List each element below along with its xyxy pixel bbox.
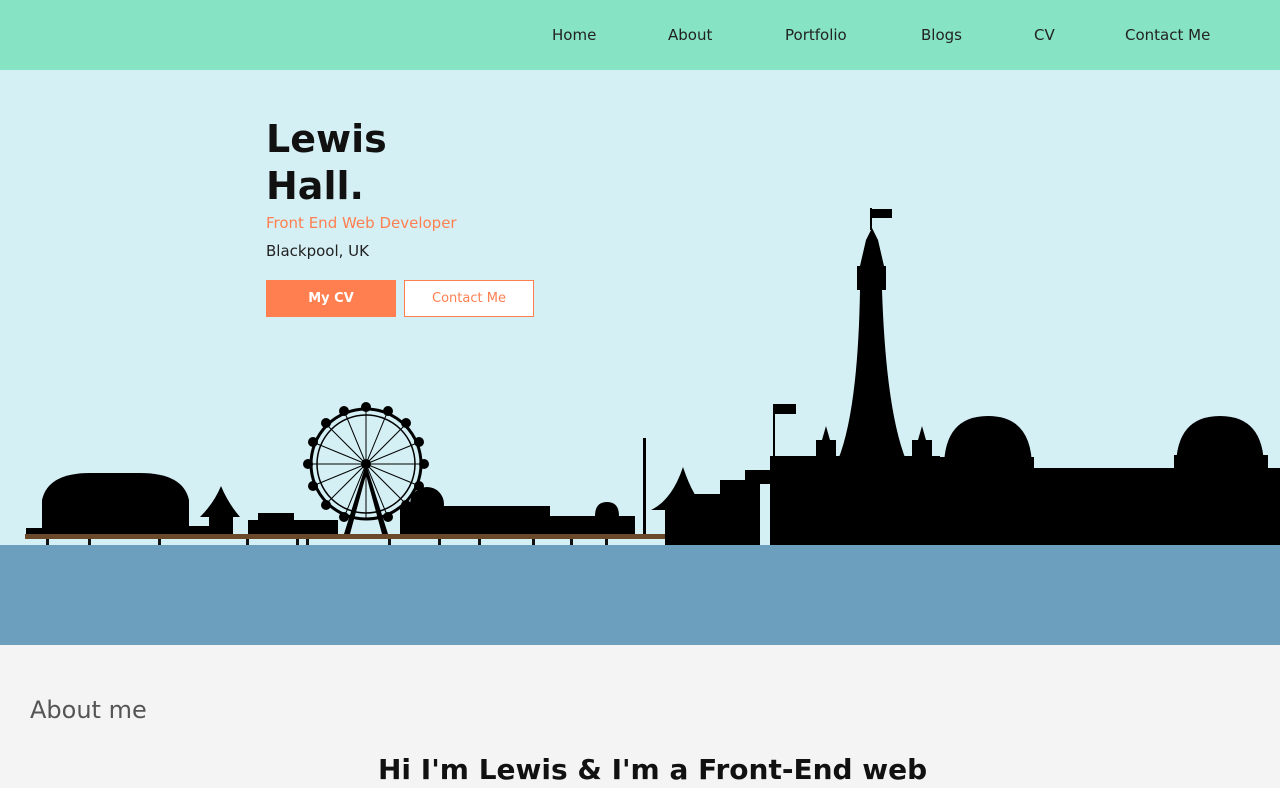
nav-home[interactable]: Home	[552, 24, 596, 46]
contact-me-button[interactable]: Contact Me	[404, 280, 534, 317]
nav-about[interactable]: About	[668, 24, 712, 46]
blackpool-skyline-illustration	[25, 208, 1280, 545]
hero-button-row: My CV Contact Me	[266, 280, 534, 317]
hero-first-name: Lewis	[266, 117, 387, 161]
promenade-buildings	[651, 404, 1280, 545]
pier-buildings	[26, 438, 646, 534]
nav-portfolio[interactable]: Portfolio	[785, 24, 847, 46]
about-intro-heading: Hi I'm Lewis & I'm a Front-End web	[378, 753, 928, 786]
hero-role: Front End Web Developer	[266, 214, 457, 232]
hero-intro: Lewis Hall. Front End Web Developer Blac…	[266, 116, 534, 317]
hero-location: Blackpool, UK	[266, 242, 369, 260]
blackpool-tower	[838, 208, 906, 460]
nav-cv[interactable]: CV	[1034, 24, 1055, 46]
my-cv-button[interactable]: My CV	[266, 280, 396, 317]
about-heading: About me	[30, 696, 147, 724]
pier-deck	[25, 534, 665, 539]
sea-band	[0, 545, 1280, 645]
hero-section: Lewis Hall. Front End Web Developer Blac…	[0, 70, 1280, 545]
nav-contact[interactable]: Contact Me	[1125, 24, 1210, 46]
hero-last-name: Hall.	[266, 164, 364, 208]
top-navbar: Home About Portfolio Blogs CV Contact Me	[0, 0, 1280, 70]
nav-blogs[interactable]: Blogs	[921, 24, 962, 46]
